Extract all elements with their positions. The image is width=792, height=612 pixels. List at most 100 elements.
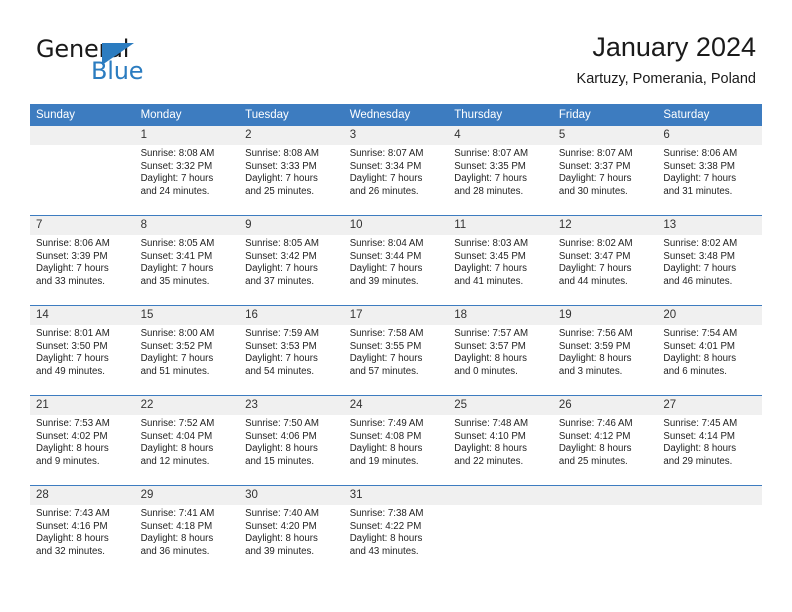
daylight-text-line2: and 51 minutes. [140,365,210,377]
weekday-header-wednesday: Wednesday [343,104,449,126]
day-sun-info: Sunrise: 7:41 AM Sunset: 4:18 PM Daylight:… [135,505,240,558]
sunrise-text: Sunrise: 7:43 AM [36,508,110,519]
day-number: 27 [657,396,762,415]
daylight-text-line1: Daylight: 8 hours [245,533,318,545]
day-sun-info: Sunrise: 7:48 AM Sunset: 4:10 PM Daylight:… [448,415,553,468]
logo-text-blue: Blue [91,57,144,85]
calendar-day-cell[interactable]: 8 Sunrise: 8:05 AM Sunset: 3:41 PM Daylight… [134,215,240,306]
day-sun-info: Sunrise: 7:49 AM Sunset: 4:08 PM Daylight:… [344,415,449,468]
daylight-text-line2: and 46 minutes. [663,275,733,287]
calendar-day-cell-empty [30,126,135,216]
sunset-text: Sunset: 4:04 PM [140,430,213,442]
calendar-day-cell[interactable]: 11 Sunrise: 8:03 AM Sunset: 3:45 PM Dayligh… [448,215,553,306]
calendar-day-cell[interactable]: 24 Sunrise: 7:49 AM Sunset: 4:08 PM Dayligh… [343,395,449,486]
daylight-text-line2: and 32 minutes. [36,545,105,557]
calendar-day-cell[interactable]: 12 Sunrise: 8:02 AM Sunset: 3:47 PM Dayligh… [552,215,658,306]
day-number: 1 [134,126,240,145]
calendar-day-cell[interactable]: 28 Sunrise: 7:43 AM Sunset: 4:16 PM Dayligh… [30,485,135,575]
calendar-day-cell[interactable]: 16 Sunrise: 7:59 AM Sunset: 3:53 PM Dayligh… [239,305,344,396]
day-number: 16 [239,306,344,325]
sunrise-text: Sunrise: 7:54 AM [663,328,738,339]
sunrise-text: Sunrise: 7:45 AM [663,418,738,429]
calendar-day-cell[interactable]: 27 Sunrise: 7:45 AM Sunset: 4:14 PM Dayligh… [657,395,762,486]
daylight-text-line1: Daylight: 7 hours [140,263,214,275]
sunset-text: Sunset: 4:02 PM [36,430,108,442]
calendar-day-cell[interactable]: 9 Sunrise: 8:05 AM Sunset: 3:42 PM Daylight… [239,215,344,306]
day-sun-info: Sunrise: 8:06 AM Sunset: 3:38 PM Daylight:… [657,145,762,198]
calendar-day-cell[interactable]: 3 Sunrise: 8:07 AM Sunset: 3:34 PM Daylight… [343,126,449,216]
daylight-text-line1: Daylight: 7 hours [245,353,318,365]
calendar-day-cell[interactable]: 26 Sunrise: 7:46 AM Sunset: 4:12 PM Dayligh… [552,395,658,486]
calendar-day-cell[interactable]: 15 Sunrise: 8:00 AM Sunset: 3:52 PM Dayligh… [134,305,240,396]
daylight-text-line1: Daylight: 8 hours [349,443,423,455]
sunrise-text: Sunrise: 7:46 AM [558,418,633,429]
sunrise-text: Sunrise: 8:08 AM [140,148,215,159]
daylight-text-line2: and 37 minutes. [245,275,315,287]
sunset-text: Sunset: 3:38 PM [663,160,735,172]
sunrise-text: Sunrise: 7:58 AM [349,328,424,339]
daylight-text-line1: Daylight: 7 hours [36,263,109,275]
calendar-day-cell[interactable]: 5 Sunrise: 8:07 AM Sunset: 3:37 PM Daylight… [552,126,658,216]
day-number: 10 [343,216,449,235]
day-sun-info: Sunrise: 7:43 AM Sunset: 4:16 PM Daylight:… [30,505,135,558]
calendar-day-cell-empty [552,485,658,575]
calendar-day-cell[interactable]: 22 Sunrise: 7:52 AM Sunset: 4:04 PM Dayligh… [134,395,240,486]
sunset-text: Sunset: 3:44 PM [349,250,422,262]
sunrise-text: Sunrise: 7:49 AM [349,418,424,429]
calendar-day-cell[interactable]: 6 Sunrise: 8:06 AM Sunset: 3:38 PM Daylight… [657,126,762,216]
day-number [448,486,553,505]
day-sun-info: Sunrise: 8:02 AM Sunset: 3:47 PM Daylight:… [553,235,658,288]
calendar-day-cell[interactable]: 21 Sunrise: 7:53 AM Sunset: 4:02 PM Dayligh… [30,395,135,486]
day-number: 29 [134,486,240,505]
day-number: 2 [239,126,344,145]
daylight-text-line2: and 30 minutes. [558,185,628,197]
calendar-day-cell[interactable]: 31 Sunrise: 7:38 AM Sunset: 4:22 PM Dayligh… [343,485,449,575]
sunset-text: Sunset: 3:55 PM [349,340,422,352]
day-number: 19 [552,306,658,325]
day-sun-info: Sunrise: 8:04 AM Sunset: 3:44 PM Daylight:… [344,235,449,288]
calendar-day-cell[interactable]: 1 Sunrise: 8:08 AM Sunset: 3:32 PM Daylight… [134,126,240,216]
sunrise-text: Sunrise: 8:07 AM [454,148,529,159]
day-number: 7 [30,216,135,235]
daylight-text-line2: and 15 minutes. [245,455,315,467]
daylight-text-line2: and 6 minutes. [663,365,727,377]
day-sun-info: Sunrise: 7:52 AM Sunset: 4:04 PM Daylight:… [135,415,240,468]
calendar-day-cell[interactable]: 13 Sunrise: 8:02 AM Sunset: 3:48 PM Dayligh… [657,215,762,306]
sunset-text: Sunset: 3:42 PM [245,250,317,262]
calendar-day-cell[interactable]: 19 Sunrise: 7:56 AM Sunset: 3:59 PM Dayligh… [552,305,658,396]
calendar-day-cell[interactable]: 29 Sunrise: 7:41 AM Sunset: 4:18 PM Dayligh… [134,485,240,575]
calendar-day-cell[interactable]: 18 Sunrise: 7:57 AM Sunset: 3:57 PM Dayligh… [448,305,553,396]
daylight-text-line1: Daylight: 7 hours [558,173,632,185]
sunrise-text: Sunrise: 8:04 AM [349,238,424,249]
daylight-text-line1: Daylight: 7 hours [663,173,737,185]
general-blue-logo[interactable]: General Blue [36,36,236,88]
sunset-text: Sunset: 3:37 PM [558,160,631,172]
daylight-text-line1: Daylight: 7 hours [36,353,109,365]
daylight-text-line1: Daylight: 7 hours [558,263,632,275]
day-number [30,126,135,145]
day-number: 4 [448,126,553,145]
calendar-day-cell[interactable]: 4 Sunrise: 8:07 AM Sunset: 3:35 PM Daylight… [448,126,553,216]
calendar-day-cell[interactable]: 25 Sunrise: 7:48 AM Sunset: 4:10 PM Dayligh… [448,395,553,486]
calendar-day-cell[interactable]: 14 Sunrise: 8:01 AM Sunset: 3:50 PM Dayligh… [30,305,135,396]
calendar-day-cell[interactable]: 2 Sunrise: 8:08 AM Sunset: 3:33 PM Daylight… [239,126,344,216]
calendar-day-cell[interactable]: 7 Sunrise: 8:06 AM Sunset: 3:39 PM Daylight… [30,215,135,306]
sunset-text: Sunset: 4:08 PM [349,430,422,442]
day-sun-info: Sunrise: 8:08 AM Sunset: 3:33 PM Daylight:… [239,145,344,198]
calendar-body: 1 Sunrise: 8:08 AM Sunset: 3:32 PM Daylight… [30,126,762,575]
calendar-day-cell[interactable]: 30 Sunrise: 7:40 AM Sunset: 4:20 PM Dayligh… [239,485,344,575]
calendar-day-cell[interactable]: 20 Sunrise: 7:54 AM Sunset: 4:01 PM Dayligh… [657,305,762,396]
daylight-text-line1: Daylight: 8 hours [454,353,527,365]
daylight-text-line1: Daylight: 8 hours [558,443,632,455]
daylight-text-line1: Daylight: 8 hours [558,353,632,365]
day-sun-info: Sunrise: 8:07 AM Sunset: 3:35 PM Daylight:… [448,145,553,198]
calendar-day-cell[interactable]: 10 Sunrise: 8:04 AM Sunset: 3:44 PM Dayligh… [343,215,449,306]
day-number: 17 [343,306,449,325]
calendar-day-cell[interactable]: 23 Sunrise: 7:50 AM Sunset: 4:06 PM Dayligh… [239,395,344,486]
daylight-text-line2: and 3 minutes. [558,365,623,377]
daylight-text-line2: and 22 minutes. [454,455,524,467]
calendar-day-cell[interactable]: 17 Sunrise: 7:58 AM Sunset: 3:55 PM Dayligh… [343,305,449,396]
daylight-text-line2: and 39 minutes. [245,545,315,557]
sunset-text: Sunset: 3:41 PM [140,250,213,262]
day-sun-info: Sunrise: 7:50 AM Sunset: 4:06 PM Daylight:… [239,415,344,468]
